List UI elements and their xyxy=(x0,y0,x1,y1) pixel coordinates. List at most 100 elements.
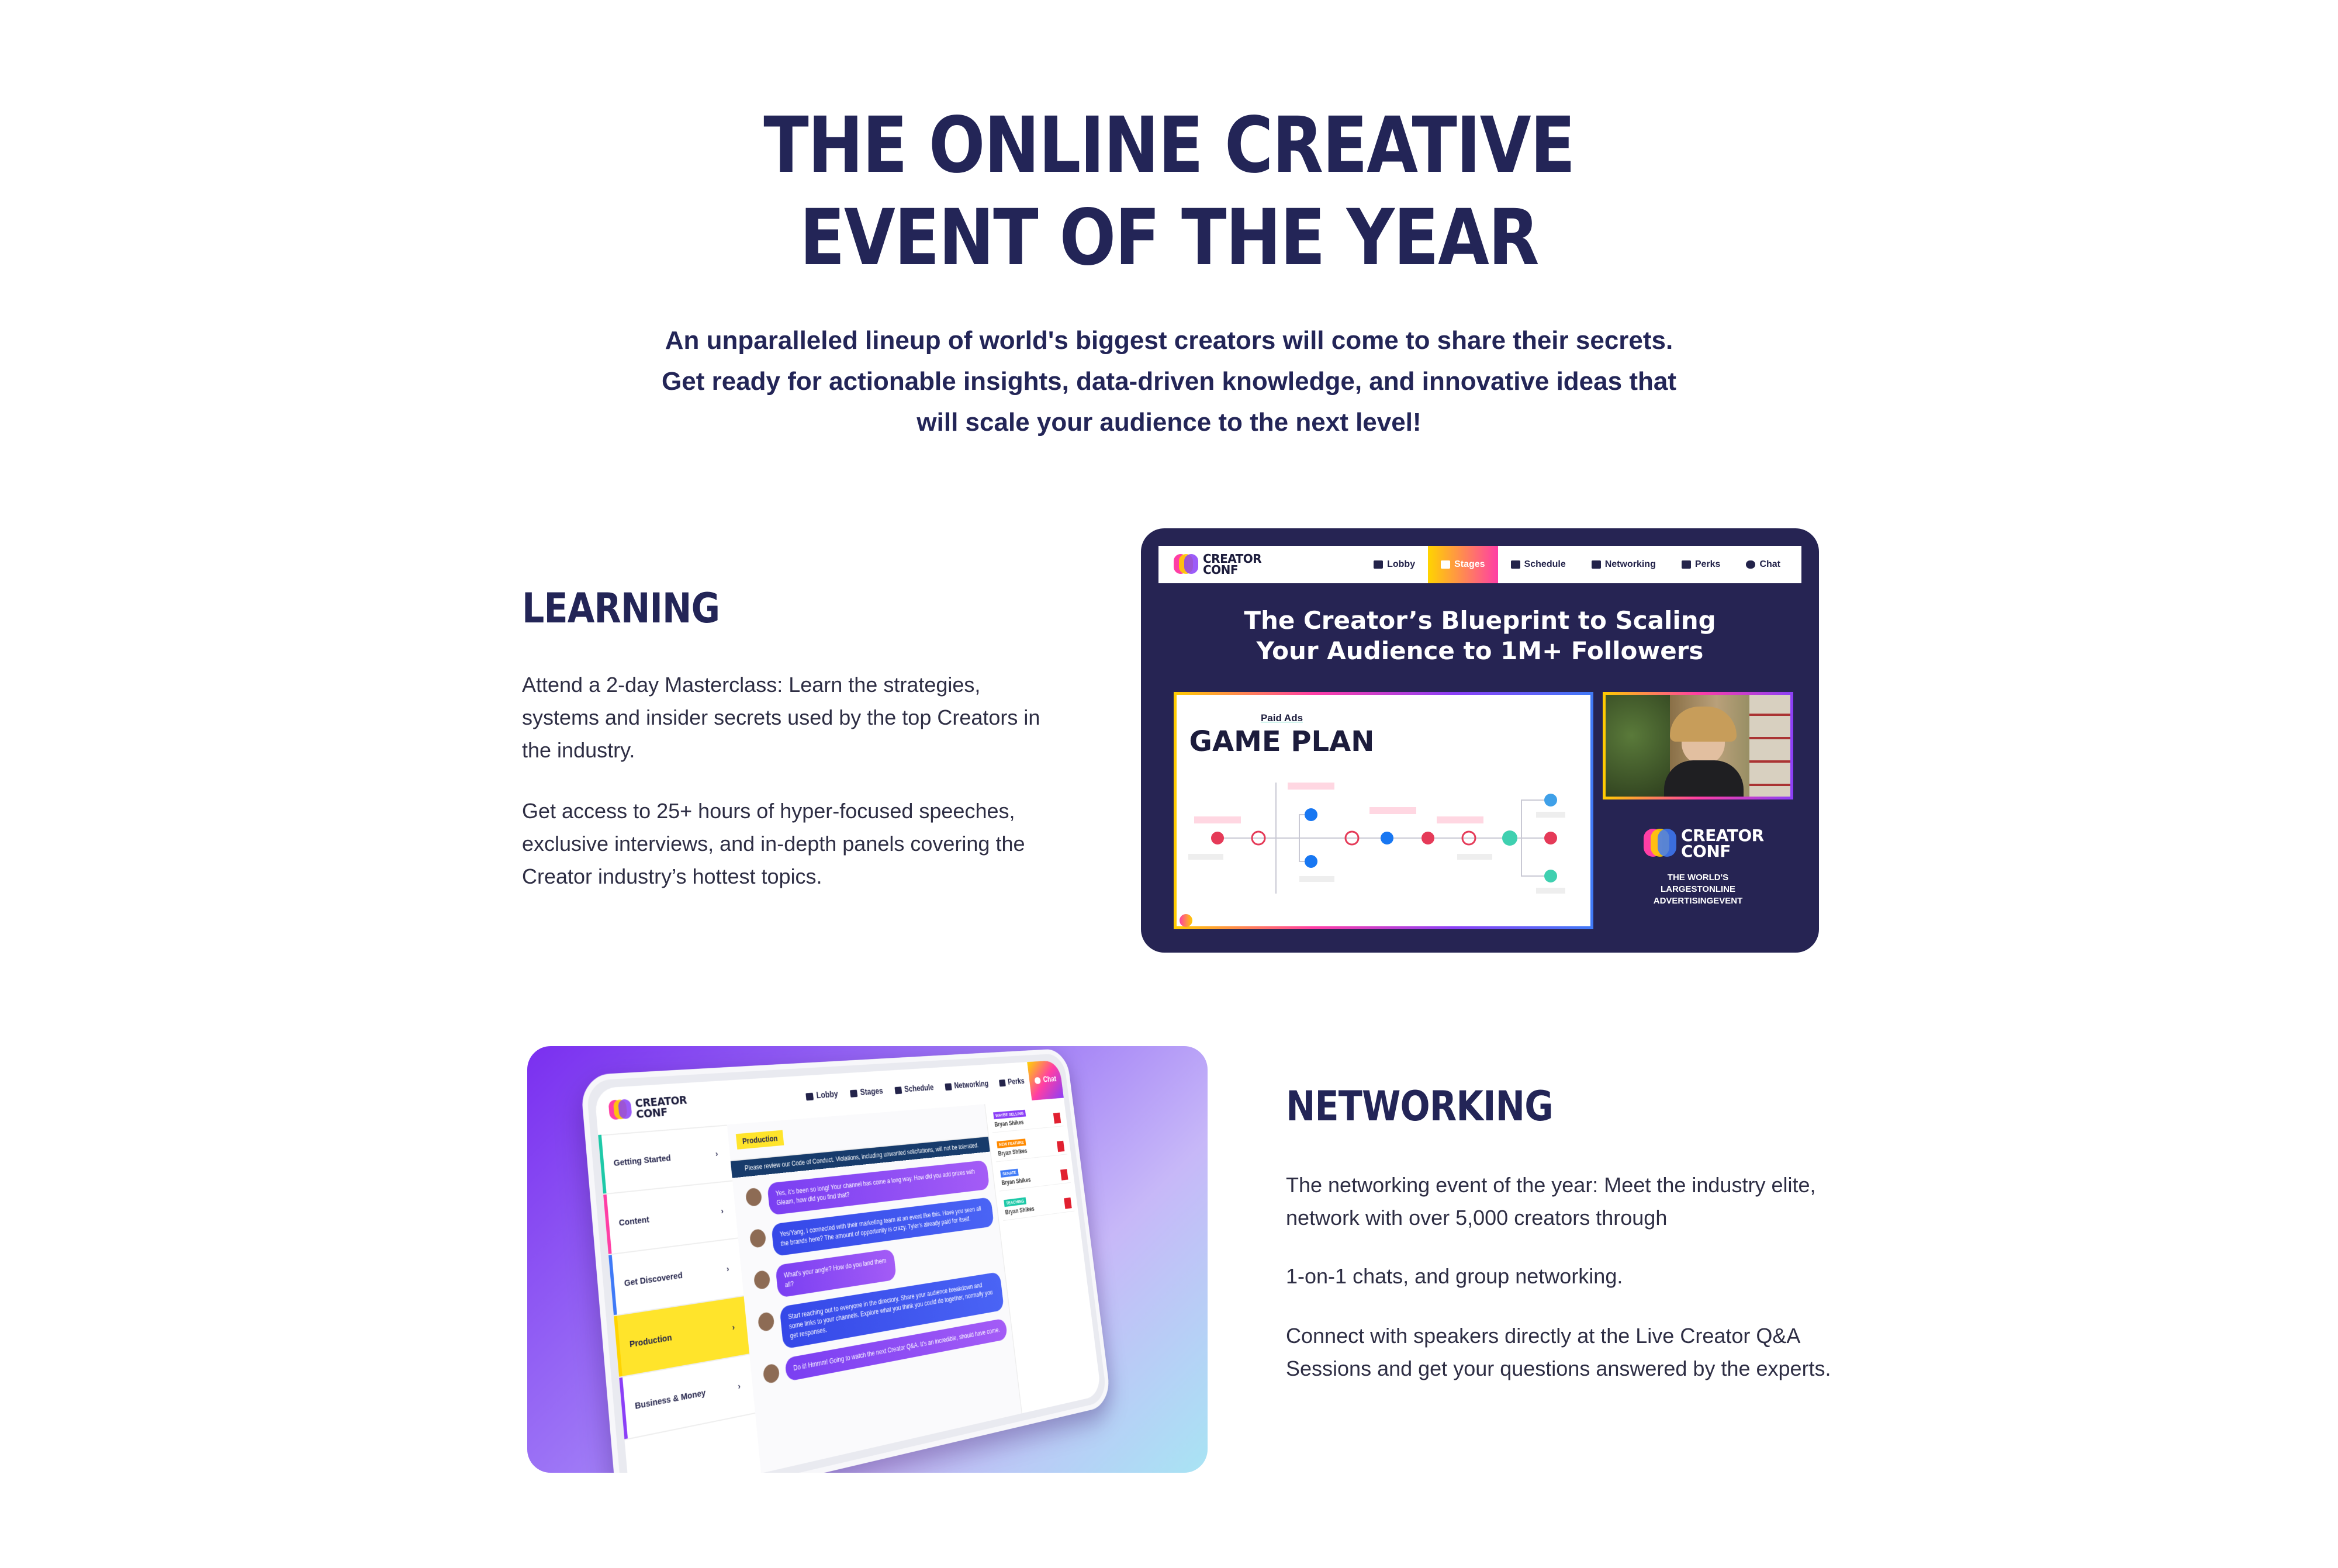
learning-heading: LEARNING xyxy=(522,584,720,632)
stage-session-title: The Creator’s Blueprint to Scaling Your … xyxy=(1158,605,1801,666)
signpost-icon xyxy=(1591,560,1601,569)
learning-paragraph-2: Get access to 25+ hours of hyper-focused… xyxy=(522,799,1025,888)
nav-stages[interactable]: Stages xyxy=(842,1071,891,1115)
presentation-slide: Paid Ads GAME PLAN xyxy=(1177,695,1590,926)
sidebar-item-label: Content xyxy=(618,1214,650,1228)
flag-icon xyxy=(1053,1112,1061,1124)
tagline-line: ADVERTISINGEVENT xyxy=(1653,896,1743,906)
learning-paragraph-1: Attend a 2-day Masterclass: Learn the st… xyxy=(522,673,1040,762)
facebook-icon xyxy=(1305,855,1317,868)
sidebar-item-label: Get Discovered xyxy=(624,1270,683,1289)
nav-perks[interactable]: Perks xyxy=(1669,546,1734,583)
nav-label: Perks xyxy=(1007,1077,1025,1087)
creator-conf-logo: CREATOR CONF xyxy=(1174,553,1361,576)
tagline-line: LARGESTONLINE xyxy=(1660,884,1736,894)
avatar xyxy=(1180,914,1192,927)
creator-conf-logo-text: CREATOR CONF xyxy=(1203,553,1262,577)
nav-schedule[interactable]: Schedule xyxy=(887,1068,942,1112)
nav-label: Networking xyxy=(953,1079,989,1091)
chevron-right-icon: › xyxy=(731,1322,735,1332)
hero-subtitle-line: Get ready for actionable insights, data-… xyxy=(662,367,1676,396)
chat-message-text: Yes, it's been so long! Your channel has… xyxy=(775,1168,976,1207)
hero-title-line: THE ONLINE CREATIVE xyxy=(763,101,1575,191)
stage-title-line: The Creator’s Blueprint to Scaling xyxy=(1244,606,1716,635)
avatar xyxy=(745,1187,763,1207)
feed-tag: SENATE xyxy=(1000,1168,1019,1178)
nav-label: Networking xyxy=(1604,559,1656,569)
signpost-icon xyxy=(945,1083,952,1091)
stage-icon xyxy=(850,1089,858,1098)
gift-icon xyxy=(998,1079,1006,1087)
nav-lobby[interactable]: Lobby xyxy=(1361,546,1428,583)
nav-perks[interactable]: Perks xyxy=(991,1062,1032,1103)
nav-label: Schedule xyxy=(1524,559,1566,569)
nav-label: Schedule xyxy=(904,1083,935,1095)
speaker-video[interactable] xyxy=(1606,695,1790,797)
nav-label: Stages xyxy=(860,1086,884,1098)
sidebar-item-label: Getting Started xyxy=(613,1152,672,1168)
logo-line: CONF xyxy=(1203,563,1239,577)
stage-title-line: Your Audience to 1M+ Followers xyxy=(1256,636,1704,665)
home-icon xyxy=(805,1092,814,1101)
calendar-icon xyxy=(894,1086,902,1095)
logo-line: CONF xyxy=(635,1105,668,1121)
channel-select[interactable]: Production xyxy=(735,1130,784,1150)
stage-screenshot: CREATOR CONF Lobby Stages Schedule Netwo… xyxy=(1141,528,1819,953)
chat-icon xyxy=(1746,560,1756,569)
avatar xyxy=(757,1311,775,1332)
nav-label: Chat xyxy=(1759,559,1780,569)
networking-paragraph-3: Connect with speakers directly at the Li… xyxy=(1286,1324,1831,1380)
tablet-device: CREATOR CONF Lobby Stages Schedule Netwo… xyxy=(580,1048,1112,1473)
hero-subtitle: An unparalleled lineup of world's bigges… xyxy=(643,320,1695,443)
hero-title: THE ONLINE CREATIVE EVENT OF THE YEAR xyxy=(164,99,2174,284)
hero-subtitle-line: An unparalleled lineup of world's bigges… xyxy=(665,326,1673,355)
gift-icon xyxy=(1681,560,1691,569)
avatar xyxy=(753,1269,771,1290)
stage-icon xyxy=(1441,560,1451,569)
nav-networking[interactable]: Networking xyxy=(1579,546,1669,583)
feed-card[interactable]: SENATE Bryan Shikes xyxy=(997,1159,1071,1192)
chevron-right-icon: › xyxy=(715,1148,719,1159)
sidebar-item-label: Production xyxy=(629,1332,673,1349)
feed-tag: WAYBE SELLING xyxy=(993,1109,1026,1120)
networking-screenshot: CREATOR CONF Lobby Stages Schedule Netwo… xyxy=(527,1046,1208,1473)
chat-icon xyxy=(1034,1077,1042,1085)
nav-lobby[interactable]: Lobby xyxy=(797,1074,846,1119)
nav-schedule[interactable]: Schedule xyxy=(1498,546,1579,583)
hero-title-line: EVENT OF THE YEAR xyxy=(800,193,1539,283)
avatar xyxy=(762,1363,780,1384)
facebook-icon xyxy=(1305,808,1317,821)
sidebar-item-label: Business & Money xyxy=(634,1387,706,1411)
feed-card[interactable]: NEW FEATURE Bryan Shikes xyxy=(993,1131,1067,1162)
chevron-right-icon: › xyxy=(737,1380,741,1392)
feed-tag: TEACHING xyxy=(1004,1197,1027,1207)
avatar xyxy=(749,1228,767,1248)
home-icon xyxy=(1374,560,1384,569)
nav-chat[interactable]: Chat xyxy=(1733,546,1793,583)
creator-conf-logo-mark xyxy=(1644,829,1676,858)
chevron-right-icon: › xyxy=(720,1206,724,1216)
flag-icon xyxy=(1056,1140,1065,1152)
logo-line: CREATOR xyxy=(1681,826,1764,845)
nav-label: Stages xyxy=(1454,559,1485,569)
nav-label: Chat xyxy=(1042,1075,1057,1084)
nav-chat[interactable]: Chat xyxy=(1027,1060,1064,1100)
creator-conf-logo-mark xyxy=(1174,554,1198,575)
pinterest-icon xyxy=(1211,832,1224,844)
speaker-video-frame xyxy=(1603,692,1793,799)
feed-card[interactable]: TEACHING Bryan Shikes xyxy=(1000,1187,1075,1221)
feed-card[interactable]: WAYBE SELLING Bryan Shikes xyxy=(990,1103,1064,1133)
tagline-line: THE WORLD'S xyxy=(1667,873,1729,882)
stage-nav-bar: CREATOR CONF Lobby Stages Schedule Netwo… xyxy=(1158,546,1801,583)
nav-stages[interactable]: Stages xyxy=(1428,546,1498,583)
logo-line: CONF xyxy=(1681,842,1731,861)
presentation-slide-frame: Paid Ads GAME PLAN xyxy=(1174,692,1593,929)
nav-networking[interactable]: Networking xyxy=(937,1064,996,1107)
flowchart-diagram xyxy=(1188,783,1565,894)
flag-icon xyxy=(1064,1197,1072,1209)
chevron-right-icon: › xyxy=(726,1264,730,1274)
chat-message-text: Yes/Yang, I connected with their marketi… xyxy=(779,1204,982,1248)
flag-icon xyxy=(1060,1169,1068,1181)
facebook-icon xyxy=(1381,832,1393,844)
creator-conf-logo-text: CREATOR CONF xyxy=(635,1093,689,1121)
